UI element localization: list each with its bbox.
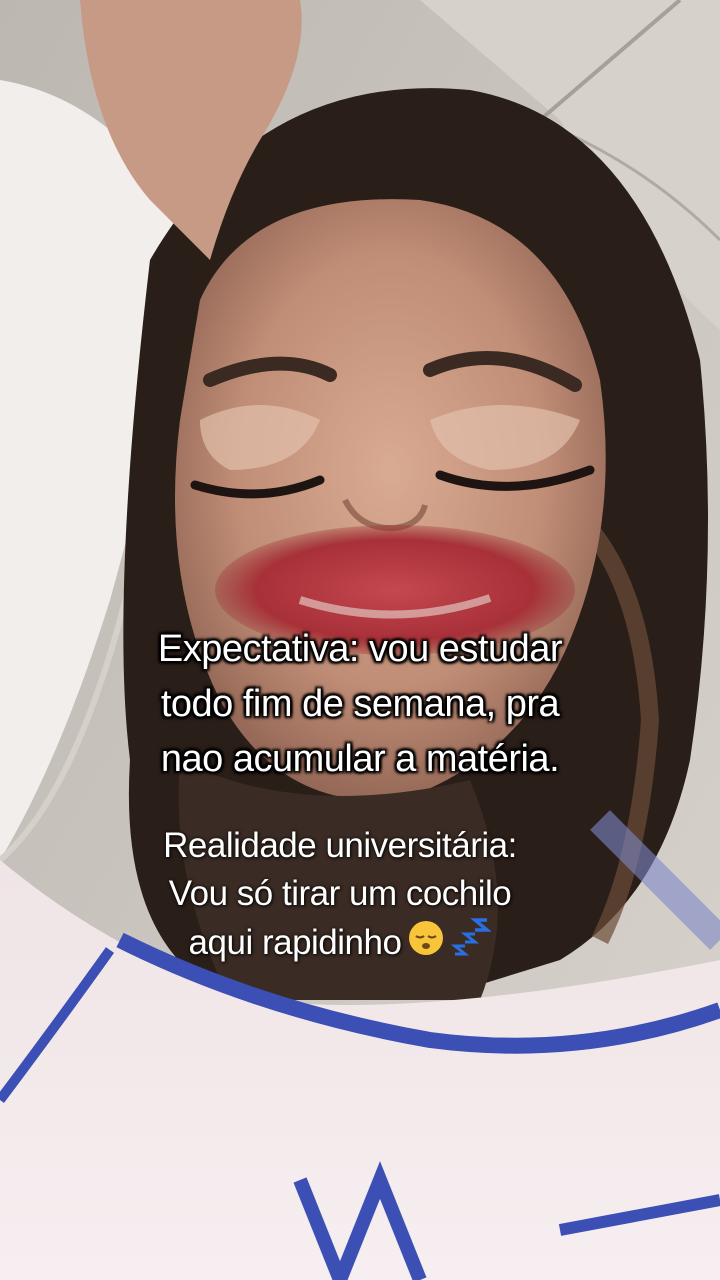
caption-line-with-emoji: aqui rapidinho — [0, 918, 700, 971]
expectation-caption: Expectativa: vou estudar todo fim de sem… — [0, 622, 720, 787]
caption-line: todo fim de semana, pra — [160, 683, 560, 725]
caption-line: nao acumular a matéria. — [160, 738, 560, 780]
caption-line: Vou só tirar um cochilo — [168, 874, 512, 913]
sleeping-face-icon — [407, 919, 445, 970]
caption-line: Realidade universitária: — [163, 826, 517, 865]
zzz-icon — [451, 918, 493, 971]
caption-line: Expectativa: vou estudar — [157, 628, 563, 670]
caption-line: aqui rapidinho — [188, 922, 402, 962]
reality-caption: Realidade universitária: Vou só tirar um… — [0, 822, 700, 971]
